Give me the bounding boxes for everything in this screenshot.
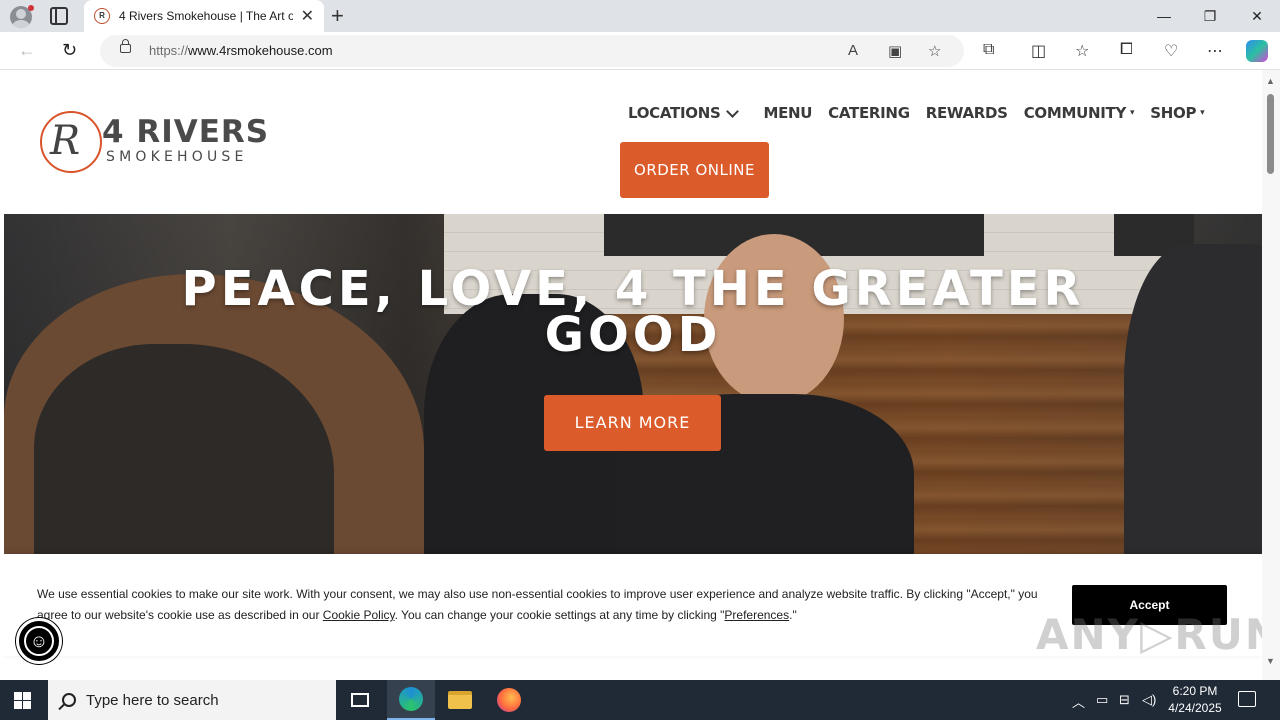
tray-chevron-up-icon[interactable]: ︿ — [1072, 692, 1085, 711]
logo-mark: R — [50, 118, 81, 164]
taskbar-search[interactable]: Type here to search — [48, 680, 336, 720]
clock-time: 6:20 PM — [1172, 684, 1218, 698]
watermark: ANY▷RUN — [1036, 610, 1262, 659]
volume-icon[interactable]: ◁) — [1142, 692, 1156, 708]
browser-tab-bar: R 4 Rivers Smokehouse | The Art of ✕ + —… — [0, 0, 1280, 32]
extensions-icon[interactable]: ⧉ — [983, 41, 994, 59]
nav-rewards[interactable]: REWARDS — [926, 104, 1008, 122]
task-view-button[interactable] — [336, 680, 384, 720]
copilot-icon[interactable] — [1246, 40, 1268, 62]
favorites-icon[interactable]: ☆ — [1075, 41, 1089, 61]
chevron-down-icon — [726, 104, 740, 118]
tab-close-icon[interactable]: ✕ — [301, 6, 314, 26]
cookie-policy-link[interactable]: Cookie Policy — [323, 608, 395, 622]
taskbar-edge[interactable] — [387, 680, 435, 720]
folder-icon — [448, 691, 472, 709]
hero-title: PEACE, LOVE, 4 THE GREATER GOOD — [4, 261, 1262, 363]
lock-icon[interactable] — [120, 39, 131, 53]
nav-rewards-label: REWARDS — [925, 104, 1008, 122]
learn-more-button[interactable]: LEARN MORE — [544, 395, 721, 451]
search-icon — [62, 693, 76, 707]
url-text[interactable]: https://www.4rsmokehouse.com — [149, 43, 333, 58]
refresh-icon[interactable]: ↻ — [62, 40, 77, 61]
windows-taskbar: Type here to search ︿ ▭ ⊟ ◁) 6:20 PM 4/2… — [0, 680, 1280, 720]
nav-locations[interactable]: LOCATIONS — [628, 104, 740, 122]
edge-icon — [399, 687, 423, 711]
nav-menu[interactable]: MENU — [763, 104, 812, 122]
network-icon[interactable]: ⊟ — [1119, 692, 1130, 708]
caret-down-icon: ▾ — [1200, 108, 1205, 118]
accessibility-button[interactable]: ☺ — [16, 618, 62, 664]
scroll-thumb[interactable] — [1267, 94, 1274, 174]
nav-catering[interactable]: CATERING — [828, 104, 910, 122]
site-favicon-icon: R — [94, 8, 110, 24]
logo-main-text: 4 RIVERS — [102, 114, 270, 150]
search-placeholder: Type here to search — [86, 691, 219, 709]
address-toolbar: ← ↻ https://www.4rsmokehouse.com A ▣ ☆ ⧉… — [0, 32, 1280, 70]
logo-sub-text: SMOKEHOUSE — [106, 149, 248, 165]
windows-start-icon[interactable] — [14, 692, 31, 709]
task-view-icon — [351, 693, 369, 707]
window-close-icon[interactable]: ✕ — [1234, 0, 1280, 32]
hero-title-line2: GOOD — [544, 307, 722, 363]
taskbar-firefox[interactable] — [485, 680, 533, 720]
back-icon[interactable]: ← — [18, 40, 36, 61]
web-page: R 4 RIVERS SMOKEHOUSE LOCATIONS MENU CAT… — [4, 70, 1262, 680]
accessibility-icon: ☺ — [24, 626, 54, 656]
hero-banner: PEACE, LOVE, 4 THE GREATER GOOD LEARN MO… — [4, 214, 1262, 564]
firefox-icon — [497, 688, 521, 712]
clock-date: 4/24/2025 — [1168, 701, 1222, 715]
more-menu-icon[interactable]: ⋯ — [1207, 41, 1223, 61]
site-header: R 4 RIVERS SMOKEHOUSE LOCATIONS MENU CAT… — [4, 70, 1262, 214]
nav-shop[interactable]: SHOP ▾ — [1150, 104, 1204, 122]
site-logo[interactable]: R 4 RIVERS SMOKEHOUSE — [40, 108, 290, 174]
page-scrollbar[interactable]: ▲ ▼ — [1262, 70, 1280, 680]
nav-shop-label: SHOP — [1150, 104, 1197, 122]
minimize-icon[interactable]: — — [1141, 0, 1187, 32]
taskbar-file-explorer[interactable] — [436, 680, 484, 720]
profile-notification-dot — [28, 5, 34, 11]
read-aloud-icon[interactable]: A — [848, 42, 858, 59]
taskbar-clock[interactable]: 6:20 PM 4/24/2025 — [1162, 683, 1228, 717]
split-screen-icon[interactable]: ◫ — [1031, 41, 1046, 61]
favorite-star-icon[interactable]: ☆ — [928, 42, 941, 60]
notification-icon[interactable] — [1238, 691, 1256, 707]
tab-actions-icon[interactable] — [50, 7, 68, 25]
scroll-up-icon[interactable]: ▲ — [1266, 76, 1275, 86]
nav-community-label: COMMUNITY — [1023, 104, 1127, 122]
address-bar[interactable]: https://www.4rsmokehouse.com A ▣ ☆ — [100, 35, 964, 67]
nav-locations-label: LOCATIONS — [628, 104, 721, 122]
nav-community[interactable]: COMMUNITY ▾ — [1024, 104, 1135, 122]
restore-icon[interactable]: ❐ — [1187, 0, 1233, 32]
active-tab[interactable]: R 4 Rivers Smokehouse | The Art of ✕ — [84, 0, 324, 32]
caret-down-icon: ▾ — [1130, 108, 1135, 118]
browser-essentials-icon[interactable]: ♡ — [1164, 41, 1178, 61]
scroll-down-icon[interactable]: ▼ — [1266, 656, 1275, 666]
nav-menu-label: MENU — [763, 104, 813, 122]
new-tab-icon[interactable]: + — [331, 3, 344, 29]
cookie-text: We use essential cookies to make our sit… — [37, 587, 1038, 622]
immersive-reader-icon[interactable]: ▣ — [888, 42, 902, 60]
nav-catering-label: CATERING — [828, 104, 910, 122]
collections-icon[interactable]: ⧠ — [1120, 41, 1133, 59]
preferences-link[interactable]: Preferences — [724, 608, 789, 622]
hero-title-line1: PEACE, LOVE, 4 THE GREATER — [181, 261, 1085, 317]
main-nav: LOCATIONS MENU CATERING REWARDS COMMUNIT… — [628, 104, 1220, 122]
order-online-button[interactable]: ORDER ONLINE — [620, 142, 769, 198]
tab-title: 4 Rivers Smokehouse | The Art of — [118, 9, 293, 23]
tray-device-icon[interactable]: ▭ — [1096, 692, 1108, 708]
